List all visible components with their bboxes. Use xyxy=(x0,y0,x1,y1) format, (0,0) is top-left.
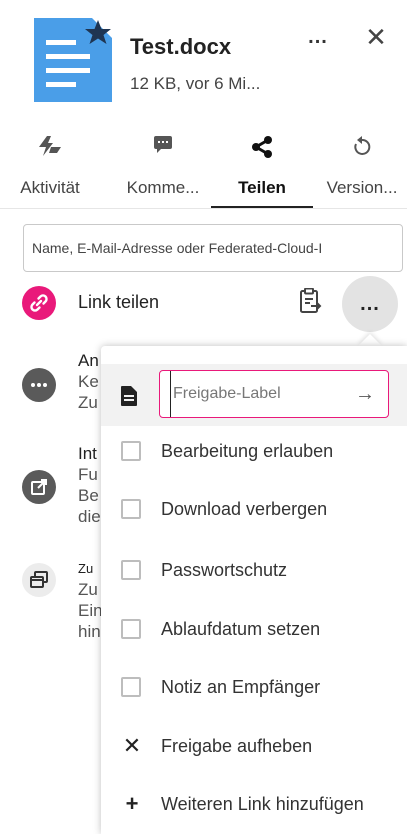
tab-label: Komme... xyxy=(126,178,200,197)
file-name: Test.docx xyxy=(130,34,232,59)
share-label-row: → xyxy=(101,364,407,426)
checkbox[interactable] xyxy=(121,619,141,639)
add-link-button[interactable]: + Weiteren Link hinzufügen xyxy=(101,776,407,834)
comment-icon xyxy=(115,136,211,160)
hide-download-option[interactable]: Download verbergen xyxy=(101,481,407,539)
checkbox[interactable] xyxy=(121,499,141,519)
share-icon xyxy=(211,136,313,160)
link-actions-menu-button[interactable]: ... xyxy=(342,276,398,332)
note-to-recipient-option[interactable]: Notiz an Empfänger xyxy=(101,659,407,717)
share-label-field: → xyxy=(159,370,389,418)
password-protect-option[interactable]: Passwortschutz xyxy=(101,542,407,600)
tab-label: Aktivität xyxy=(20,178,80,197)
document-file-icon xyxy=(34,18,112,102)
tabs-divider xyxy=(0,208,407,209)
tab-activity[interactable]: Aktivität xyxy=(0,130,100,208)
option-label: Bearbeitung erlauben xyxy=(161,441,334,461)
checkbox[interactable] xyxy=(121,677,141,697)
add-link-label: Weiteren Link hinzufügen xyxy=(161,794,364,814)
link-icon xyxy=(22,286,56,320)
windows-icon xyxy=(22,563,56,597)
file-meta: 12 KB, vor 6 Mi... xyxy=(130,74,261,93)
share-search-input[interactable] xyxy=(23,224,403,272)
history-icon xyxy=(317,136,407,160)
option-label: Ablaufdatum setzen xyxy=(161,619,321,639)
tab-sharing[interactable]: Teilen xyxy=(211,130,313,208)
note-icon xyxy=(121,386,139,406)
plus-icon: + xyxy=(125,791,139,816)
close-icon: ✕ xyxy=(122,733,142,758)
tab-label: Version... xyxy=(326,178,398,197)
allow-editing-option[interactable]: Bearbeitung erlauben xyxy=(101,423,407,481)
link-share-label: Link teilen xyxy=(78,292,160,312)
popup-arrow xyxy=(358,334,382,346)
checkbox[interactable] xyxy=(121,560,141,580)
arrow-right-icon[interactable]: → xyxy=(352,381,378,407)
expiration-date-option[interactable]: Ablaufdatum setzen xyxy=(101,601,407,659)
checkbox[interactable] xyxy=(121,441,141,461)
more-actions-button[interactable]: ... xyxy=(304,26,332,50)
unshare-label: Freigabe aufheben xyxy=(161,736,313,756)
unshare-button[interactable]: ✕ Freigabe aufheben xyxy=(101,718,407,776)
link-actions-popup: → Bearbeitung erlauben Download verberge… xyxy=(101,346,407,834)
share-label-input[interactable] xyxy=(170,371,340,417)
tab-versions[interactable]: Version... xyxy=(317,130,407,208)
option-label: Download verbergen xyxy=(161,499,328,519)
activity-icon xyxy=(0,136,100,160)
external-link-icon xyxy=(22,470,56,504)
tab-comments[interactable]: Komme... xyxy=(115,130,211,208)
copy-link-icon[interactable] xyxy=(298,287,326,316)
more-icon xyxy=(22,368,56,402)
close-button[interactable]: ✕ xyxy=(362,22,390,52)
tab-label: Teilen xyxy=(238,178,286,197)
option-label: Notiz an Empfänger xyxy=(161,677,321,697)
option-label: Passwortschutz xyxy=(161,560,288,580)
